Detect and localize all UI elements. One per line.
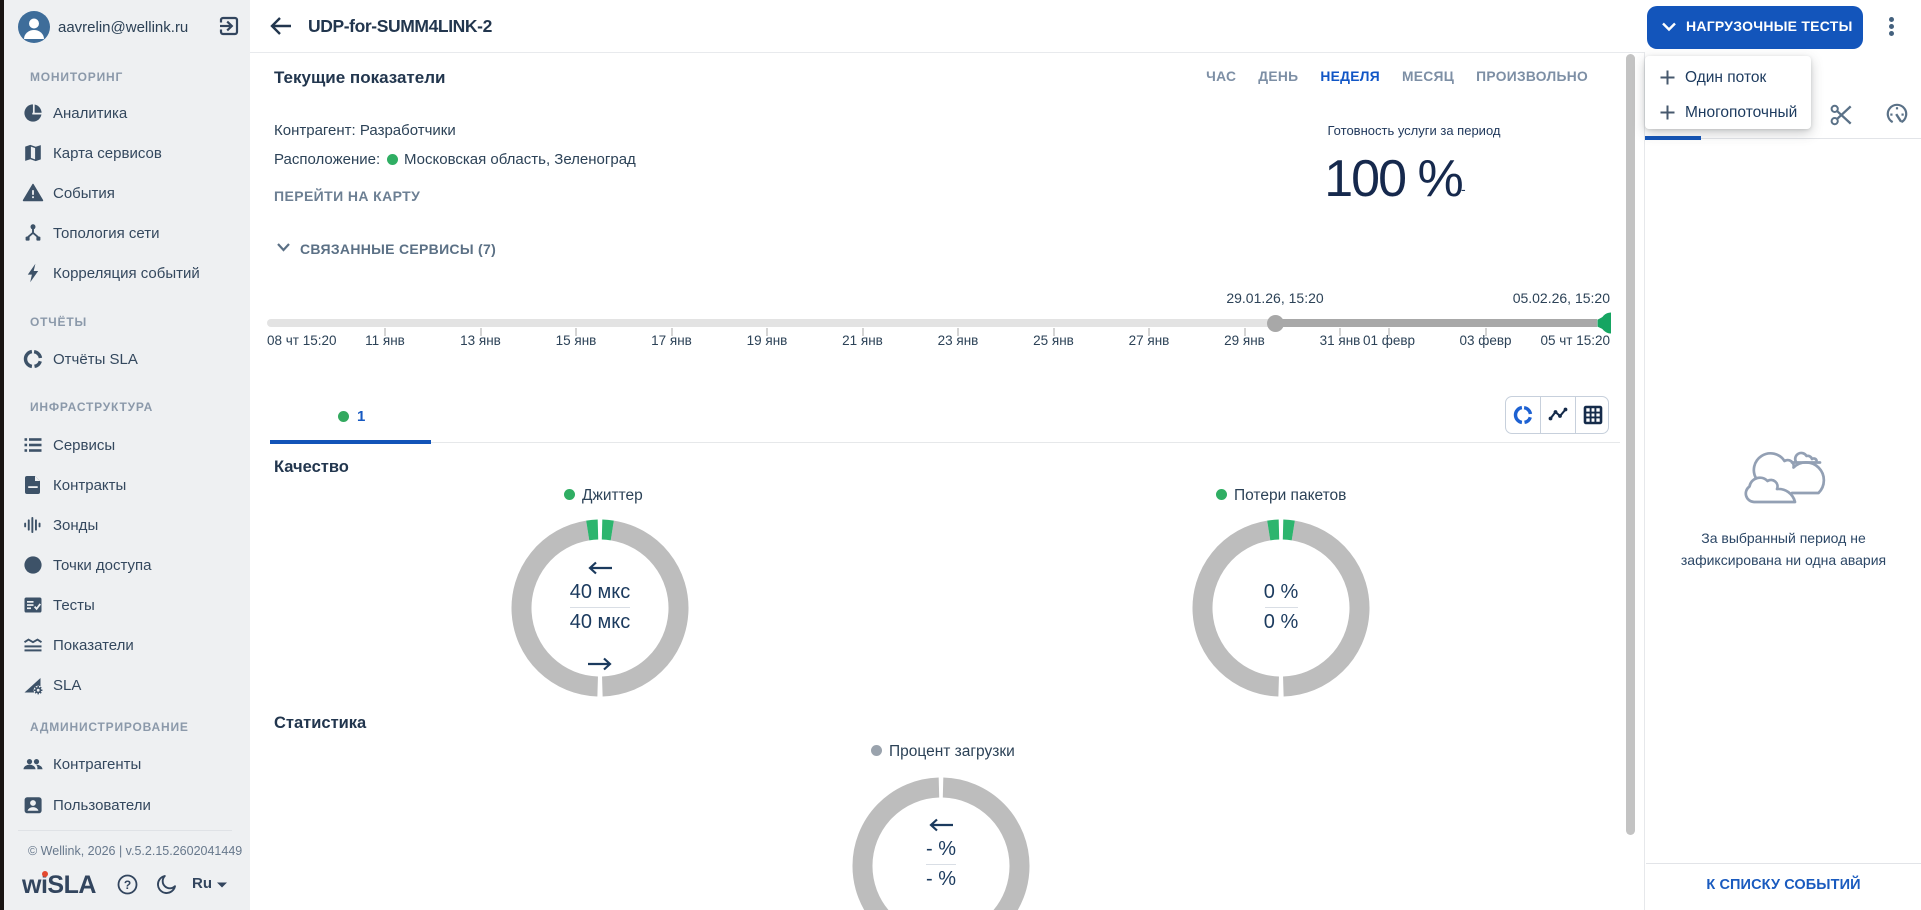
svg-text:?: ? [124,878,131,892]
